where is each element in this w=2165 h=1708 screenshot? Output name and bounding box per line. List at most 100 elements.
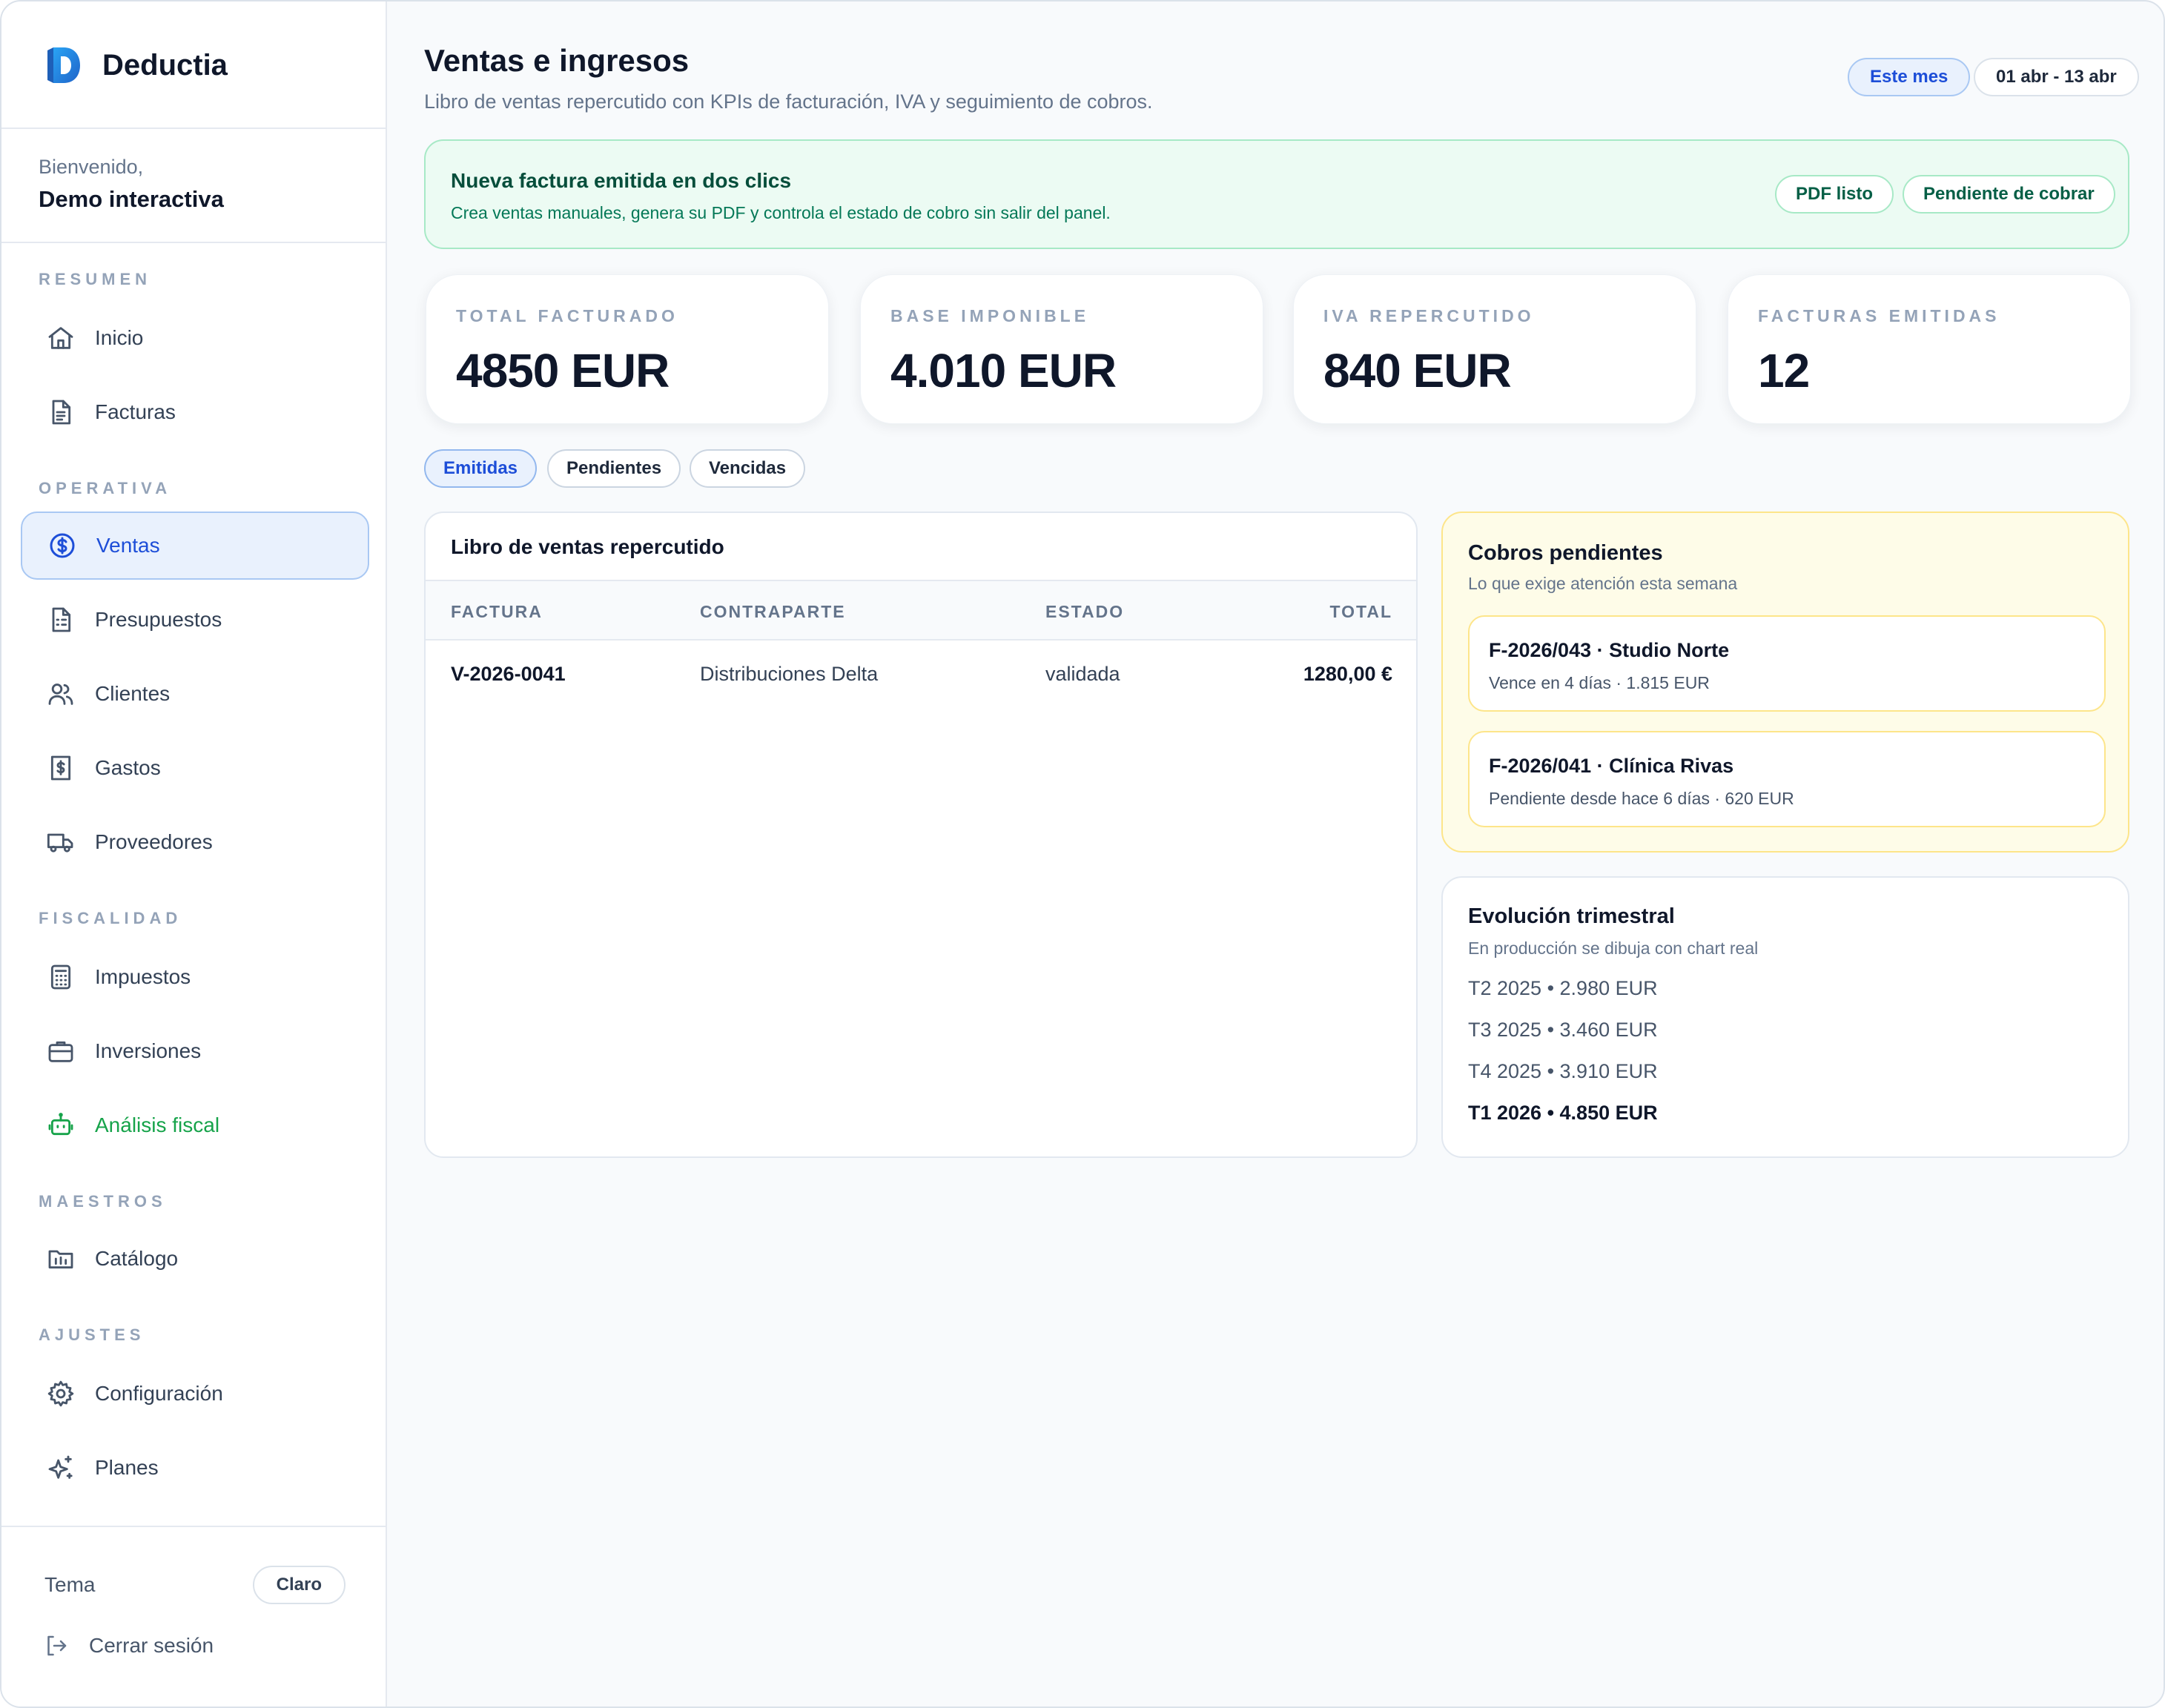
date-range-button[interactable]: 01 abr - 13 abr	[1974, 58, 2139, 96]
cell-factura: V-2026-0041	[451, 663, 566, 685]
sidebar-item-label: Clientes	[95, 682, 171, 705]
filter-tab-emitidas[interactable]: Emitidas	[424, 449, 538, 488]
truck-icon	[47, 833, 73, 853]
calculator-icon	[50, 964, 71, 990]
filter-tab-vencidas[interactable]: Vencidas	[690, 449, 806, 488]
section-ajustes: AJUSTES	[39, 1325, 145, 1344]
evolution-row: T3 2025 • 3.460 EUR	[1468, 1019, 1658, 1041]
sidebar-item-presupuestos[interactable]: Presupuestos	[21, 586, 369, 654]
banner-text: Crea ventas manuales, genera su PDF y co…	[451, 203, 1111, 222]
new-invoice-banner: Nueva factura emitida en dos clics Crea …	[424, 139, 2129, 249]
logout-label: Cerrar sesión	[89, 1634, 214, 1657]
sidebar-item-label: Ventas	[96, 534, 160, 557]
sidebar-item-label: Inversiones	[95, 1039, 202, 1062]
pending-item-title: F-2026/043 · Studio Norte	[1489, 639, 1730, 661]
dollar-circle-icon	[50, 533, 75, 558]
welcome-greeting: Bienvenido,	[39, 156, 144, 178]
sidebar-item-label: Planes	[95, 1456, 159, 1479]
sidebar-item-inicio[interactable]: Inicio	[21, 304, 369, 372]
sidebar-item-ventas[interactable]: Ventas	[21, 512, 369, 580]
pending-item[interactable]: F-2026/041 · Clínica Rivas Pendiente des…	[1468, 731, 2106, 827]
sidebar-item-label: Proveedores	[95, 830, 213, 853]
pending-item[interactable]: F-2026/043 · Studio Norte Vence en 4 día…	[1468, 615, 2106, 712]
sidebar-item-analisis-fiscal[interactable]: Análisis fiscal	[21, 1091, 369, 1159]
sidebar-item-label: Inicio	[95, 326, 144, 349]
page-title: Ventas e ingresos	[424, 43, 690, 78]
sidebar-item-label: Presupuestos	[95, 608, 222, 631]
sidebar-item-catalogo[interactable]: Catálogo	[21, 1225, 369, 1293]
banner-title: Nueva factura emitida en dos clics	[451, 169, 792, 192]
sidebar-item-label: Configuración	[95, 1382, 223, 1405]
robot-icon	[48, 1113, 73, 1136]
sidebar-item-inversiones[interactable]: Inversiones	[21, 1017, 369, 1085]
kpi-card-total-facturado: TOTAL FACTURADO 4850 EUR	[426, 274, 829, 424]
catalog-folder-icon	[48, 1250, 73, 1269]
evolution-subtitle: En producción se dibuja con chart real	[1468, 939, 1759, 958]
badge-pendiente-cobrar[interactable]: Pendiente de cobrar	[1903, 175, 2115, 214]
sidebar-item-planes[interactable]: Planes	[21, 1434, 369, 1502]
sidebar-item-gastos[interactable]: Gastos	[21, 734, 369, 802]
section-resumen: RESUMEN	[39, 270, 152, 288]
pending-item-title: F-2026/041 · Clínica Rivas	[1489, 755, 1734, 777]
page-subtitle: Libro de ventas repercutido con KPIs de …	[424, 90, 1153, 113]
receipt-dollar-icon	[50, 755, 71, 781]
column-header-estado[interactable]: ESTADO	[1045, 602, 1124, 622]
column-header-contraparte[interactable]: CONTRAPARTE	[700, 602, 846, 622]
sidebar-item-impuestos[interactable]: Impuestos	[21, 943, 369, 1011]
kpi-value: 4.010 EUR	[890, 344, 1117, 397]
cell-total: 1280,00 €	[1303, 663, 1392, 685]
cell-estado: validada	[1045, 663, 1120, 685]
kpi-label: FACTURAS EMITIDAS	[1758, 306, 2000, 325]
briefcase-icon	[48, 1041, 73, 1062]
sidebar-item-label: Facturas	[95, 400, 176, 423]
sidebar-item-facturas[interactable]: Facturas	[21, 378, 369, 446]
users-icon	[48, 683, 73, 705]
pending-item-detail: Pendiente desde hace 6 días · 620 EUR	[1489, 789, 1794, 808]
column-header-total[interactable]: TOTAL	[1329, 602, 1392, 622]
cobros-subtitle: Lo que exige atención esta semana	[1468, 574, 1738, 593]
sidebar-item-configuracion[interactable]: Configuración	[21, 1360, 369, 1428]
evolution-row: T2 2025 • 2.980 EUR	[1468, 977, 1658, 999]
theme-label: Tema	[44, 1573, 96, 1596]
sidebar-item-label: Análisis fiscal	[95, 1113, 220, 1136]
theme-row: Tema Claro	[44, 1564, 346, 1606]
home-icon	[48, 327, 73, 349]
pending-item-detail: Vence en 4 días · 1.815 EUR	[1489, 673, 1710, 692]
kpi-card-iva-repercutido: IVA REPERCUTIDO 840 EUR	[1293, 274, 1696, 424]
kpi-value: 840 EUR	[1323, 344, 1512, 397]
welcome-user: Demo interactiva	[39, 186, 224, 212]
brand[interactable]: Deductia	[46, 44, 228, 86]
sparkles-icon	[48, 1455, 73, 1479]
kpi-value: 4850 EUR	[456, 344, 670, 397]
filter-tab-pendientes[interactable]: Pendientes	[547, 449, 681, 488]
sidebar-item-proveedores[interactable]: Proveedores	[21, 808, 369, 876]
badge-pdf-listo[interactable]: PDF listo	[1775, 175, 1894, 214]
document-icon	[52, 400, 71, 425]
evolution-row: T1 2026 • 4.850 EUR	[1468, 1102, 1658, 1124]
sidebar-item-label: Gastos	[95, 756, 161, 779]
table-header: FACTURA CONTRAPARTE ESTADO TOTAL	[426, 580, 1416, 640]
column-header-factura[interactable]: FACTURA	[451, 602, 543, 622]
ledger-title: Libro de ventas repercutido	[451, 535, 724, 558]
theme-toggle[interactable]: Claro	[252, 1566, 346, 1604]
gear-icon	[47, 1380, 74, 1407]
period-button[interactable]: Este mes	[1848, 58, 1971, 96]
brand-name: Deductia	[102, 48, 228, 82]
sidebar: Deductia Bienvenido, Demo interactiva RE…	[1, 1, 387, 1707]
quote-document-icon	[52, 607, 71, 632]
sidebar-item-label: Impuestos	[95, 965, 191, 988]
section-operativa: OPERATIVA	[39, 479, 172, 497]
kpi-label: BASE IMPONIBLE	[890, 306, 1090, 325]
logout-button[interactable]: Cerrar sesión	[43, 1632, 214, 1659]
sidebar-item-label: Catálogo	[95, 1247, 179, 1270]
kpi-card-base-imponible: BASE IMPONIBLE 4.010 EUR	[860, 274, 1263, 424]
divider	[1, 128, 386, 129]
section-fiscalidad: FISCALIDAD	[39, 909, 182, 927]
kpi-card-facturas-emitidas: FACTURAS EMITIDAS 12	[1728, 274, 2131, 424]
kpi-label: TOTAL FACTURADO	[456, 306, 678, 325]
sidebar-item-clientes[interactable]: Clientes	[21, 660, 369, 728]
kpi-value: 12	[1758, 344, 1810, 397]
quarterly-evolution-card: Evolución trimestral En producción se di…	[1441, 876, 2129, 1158]
app-window: Deductia Bienvenido, Demo interactiva RE…	[0, 0, 2165, 1708]
section-maestros: MAESTROS	[39, 1192, 167, 1211]
